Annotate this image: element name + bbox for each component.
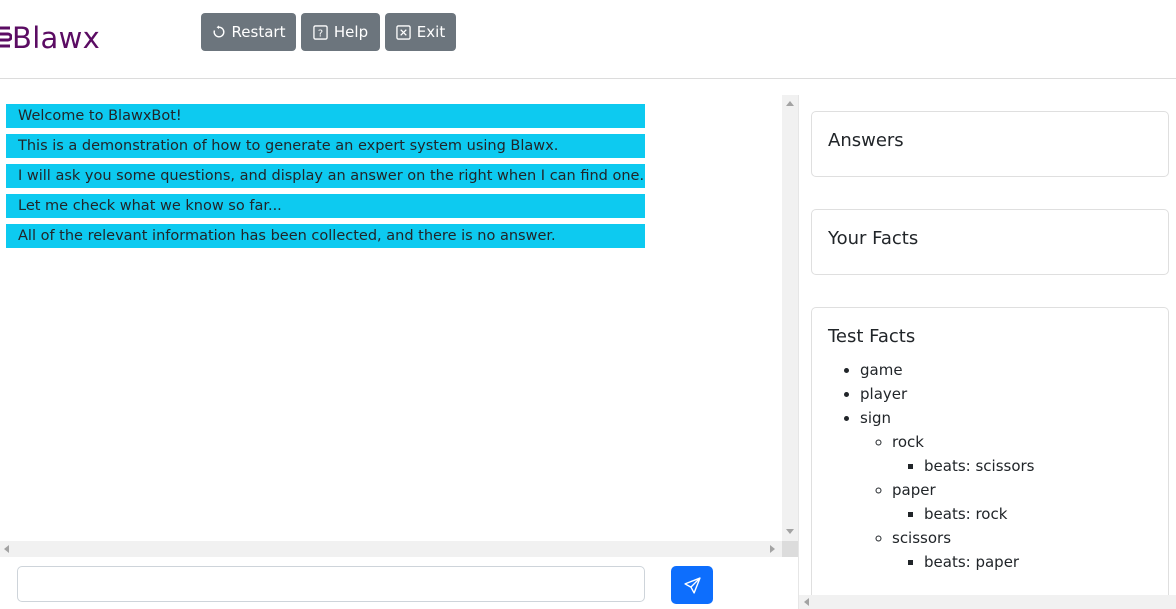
your-facts-card: Your Facts: [811, 209, 1169, 275]
scroll-down-icon[interactable]: [786, 529, 794, 534]
exit-label: Exit: [416, 23, 446, 41]
svg-text:?: ?: [318, 28, 323, 39]
test-facts-tree: game player sign rock beats: scissors pa…: [828, 358, 1034, 574]
send-button[interactable]: [671, 566, 713, 604]
help-label: Help: [333, 23, 369, 41]
your-facts-title: Your Facts: [828, 228, 919, 249]
fact-item: paper beats: rock: [892, 478, 1034, 526]
test-facts-title: Test Facts: [828, 326, 916, 347]
chat-message: This is a demonstration of how to genera…: [6, 134, 645, 158]
answers-title: Answers: [828, 130, 904, 151]
chat-message: Let me check what we know so far...: [6, 194, 645, 218]
pane-divider: [798, 95, 799, 609]
fact-item: beats: paper: [924, 550, 1034, 574]
answers-card: Answers: [811, 111, 1169, 177]
restart-label: Restart: [231, 23, 286, 41]
scroll-right-icon[interactable]: [770, 545, 775, 553]
navbar: Blawx Restart ? Help Exit: [0, 0, 1176, 79]
chat-pane: Welcome to BlawxBot! This is a demonstra…: [0, 95, 798, 558]
fact-item: game: [860, 358, 1034, 382]
scroll-up-icon[interactable]: [786, 101, 794, 106]
fact-item: beats: scissors: [924, 454, 1034, 478]
restart-icon: [213, 25, 225, 38]
scroll-left-icon[interactable]: [804, 598, 809, 606]
brand-logo[interactable]: Blawx: [0, 20, 100, 56]
chat-message: Welcome to BlawxBot!: [6, 104, 645, 128]
brand-name: Blawx: [12, 21, 101, 55]
help-button[interactable]: ? Help: [301, 13, 380, 51]
close-square-icon: [396, 24, 411, 40]
chat-input[interactable]: [17, 566, 645, 602]
chat-message: I will ask you some questions, and displ…: [6, 164, 645, 188]
chat-vertical-scrollbar[interactable]: [782, 95, 798, 541]
chat-composer: [0, 558, 798, 609]
fact-item: beats: rock: [924, 502, 1034, 526]
scroll-left-icon[interactable]: [4, 545, 9, 553]
chat-messages: Welcome to BlawxBot! This is a demonstra…: [6, 104, 645, 254]
test-facts-card: Test Facts game player sign rock beats: …: [811, 307, 1169, 607]
fact-item: scissors beats: paper: [892, 526, 1034, 574]
chat-horizontal-scrollbar[interactable]: [0, 541, 782, 557]
scrollbar-corner: [782, 541, 798, 557]
question-square-icon: ?: [313, 24, 328, 40]
fact-item: rock beats: scissors: [892, 430, 1034, 478]
send-icon: [683, 576, 701, 594]
sidebar-horizontal-scrollbar[interactable]: [799, 595, 1176, 609]
blawx-logo-icon: [0, 26, 12, 48]
chat-message: All of the relevant information has been…: [6, 224, 645, 248]
restart-button[interactable]: Restart: [201, 13, 296, 51]
exit-button[interactable]: Exit: [385, 13, 456, 51]
fact-item: sign rock beats: scissors paper beats: r…: [860, 406, 1034, 574]
fact-item: player: [860, 382, 1034, 406]
